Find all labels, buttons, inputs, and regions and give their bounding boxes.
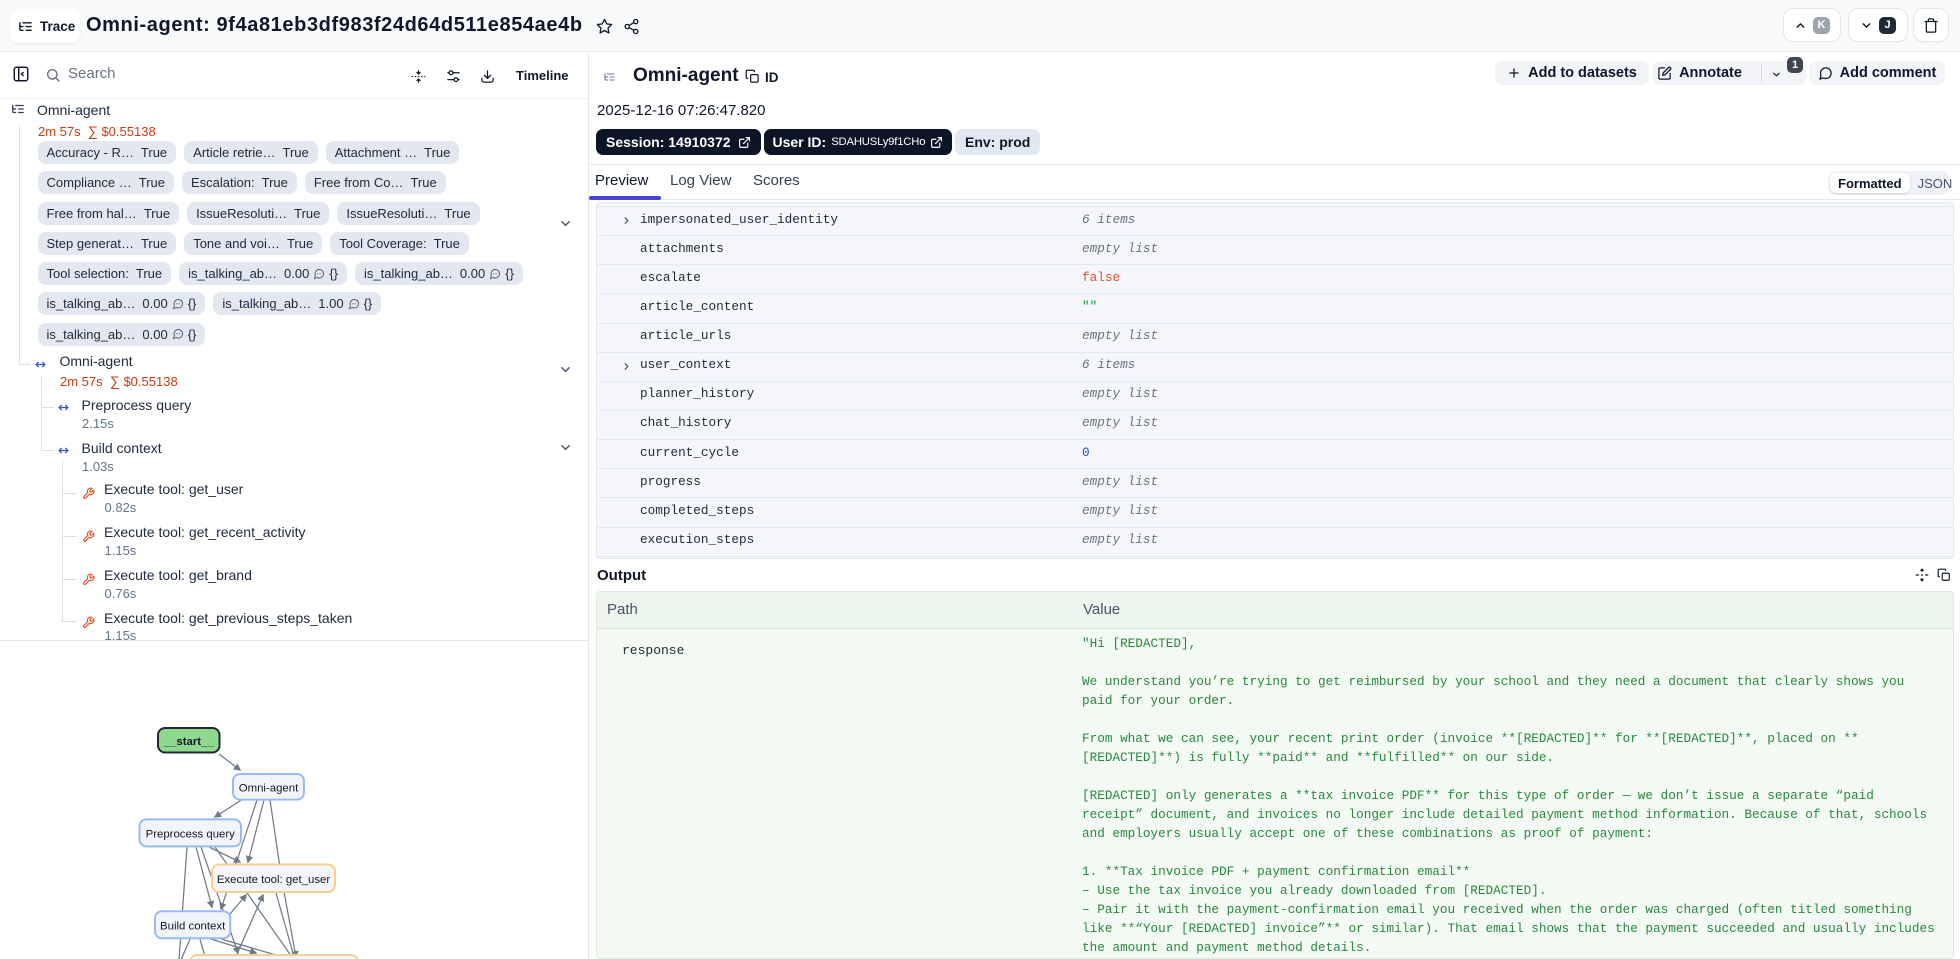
svg-text:Preprocess query: Preprocess query	[146, 828, 236, 840]
svg-text:__start__: __start__	[163, 736, 215, 748]
svg-text:Build context: Build context	[160, 920, 226, 932]
svg-text:Execute tool: get_user: Execute tool: get_user	[217, 874, 331, 886]
svg-text:Omni-agent: Omni-agent	[239, 782, 299, 794]
